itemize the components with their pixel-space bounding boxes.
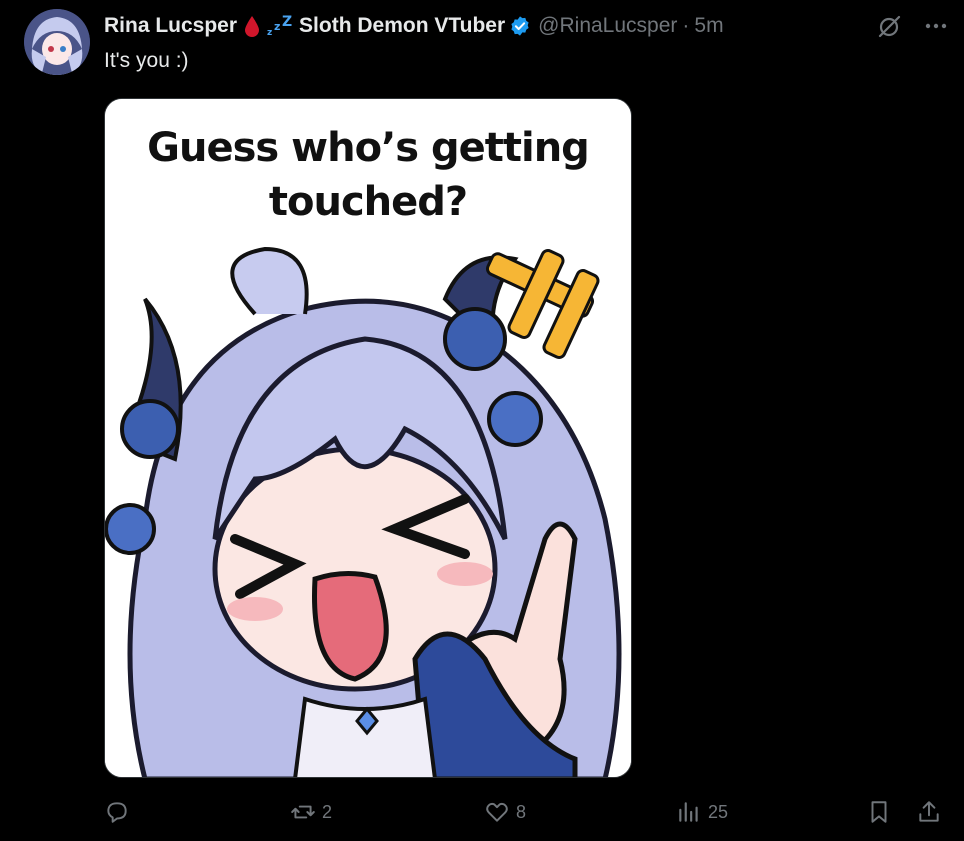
share-icon [919, 801, 939, 822]
more-icon[interactable] [922, 12, 950, 40]
bookmark-icon [871, 801, 887, 823]
reply-button[interactable] [104, 799, 130, 825]
repost-count: 2 [322, 801, 333, 822]
reply-icon [107, 802, 127, 823]
action-bar: 2 8 25 [0, 799, 964, 831]
post-header: Rina Lucsper zzZ Sloth Demon VTuber @Rin… [104, 11, 950, 41]
like-count: 8 [516, 801, 527, 822]
share-button[interactable] [916, 799, 942, 825]
repost-button[interactable]: 2 [290, 799, 332, 825]
separator-dot: · [682, 14, 690, 37]
handle[interactable]: @RinaLucsper [538, 14, 677, 38]
caption-line-2: touched? [268, 179, 468, 225]
grok-icon[interactable] [876, 12, 904, 40]
bookmark-button[interactable] [866, 799, 892, 825]
svg-text:Z: Z [282, 14, 292, 30]
verified-badge-icon [509, 15, 531, 37]
views-button[interactable]: 25 [676, 799, 728, 825]
display-name[interactable]: Rina Lucsper [104, 14, 237, 38]
caption-line-1: Guess who’s getting [147, 125, 590, 171]
svg-text:z: z [274, 20, 280, 33]
post-media-image[interactable]: Guess who’s getting touched? [104, 98, 632, 778]
like-icon [486, 802, 508, 822]
avatar[interactable] [24, 9, 90, 75]
repost-icon [291, 805, 315, 819]
timestamp[interactable]: 5m [694, 14, 723, 38]
like-button[interactable]: 8 [484, 799, 526, 825]
name-emoji: zzZ [243, 14, 293, 38]
svg-text:z: z [267, 28, 272, 38]
name-suffix[interactable]: Sloth Demon VTuber [299, 14, 505, 38]
views-icon [679, 802, 698, 822]
post-text: It's you :) [104, 49, 189, 72]
media-caption: Guess who’s getting touched? [105, 121, 631, 229]
views-count: 25 [708, 801, 729, 822]
